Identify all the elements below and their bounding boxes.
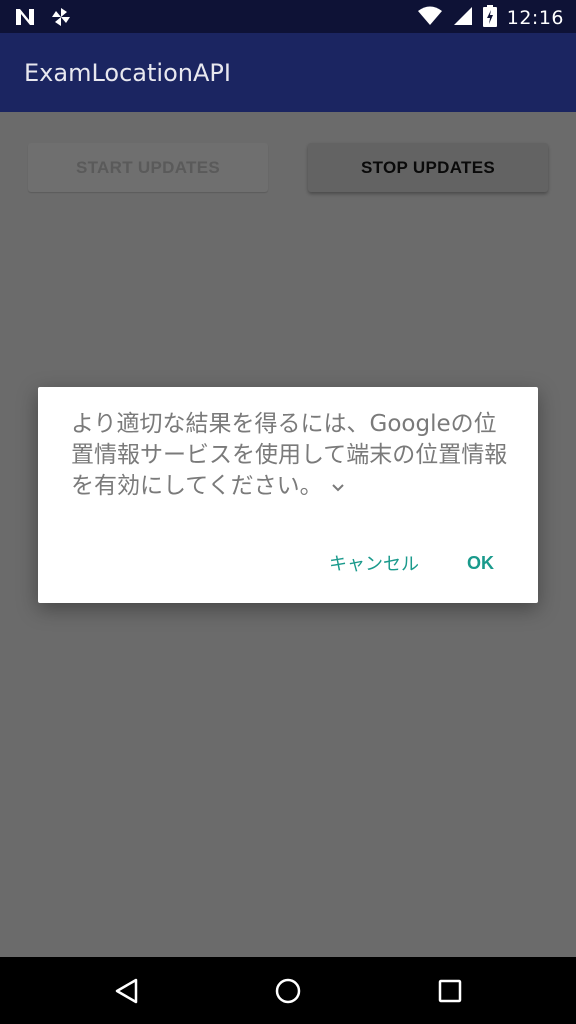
pinwheel-icon — [50, 6, 72, 32]
dialog-actions: キャンセル OK — [329, 550, 494, 576]
signal-icon — [453, 6, 473, 30]
wifi-icon — [417, 6, 443, 30]
recent-apps-icon[interactable] — [435, 976, 465, 1006]
navigation-bar — [0, 957, 576, 1024]
home-icon[interactable] — [273, 976, 303, 1006]
start-updates-button[interactable]: START UPDATES — [28, 143, 268, 192]
back-icon[interactable] — [112, 976, 142, 1006]
n-notification-icon — [14, 7, 36, 31]
location-settings-dialog: より適切な結果を得るには、Googleの位置情報サービスを使用して端末の位置情報… — [38, 387, 538, 603]
status-left — [14, 6, 72, 32]
stop-updates-button[interactable]: STOP UPDATES — [308, 143, 548, 192]
app-title: ExamLocationAPI — [24, 59, 231, 87]
status-right: 12:16 — [417, 5, 564, 31]
battery-charging-icon — [482, 5, 497, 31]
chevron-down-icon[interactable] — [331, 471, 345, 502]
app-bar: ExamLocationAPI — [0, 33, 576, 112]
cancel-button[interactable]: キャンセル — [329, 550, 419, 576]
ok-button[interactable]: OK — [467, 553, 494, 574]
status-bar: 12:16 — [0, 0, 576, 33]
status-time: 12:16 — [506, 7, 564, 29]
dialog-message-container: より適切な結果を得るには、Googleの位置情報サービスを使用して端末の位置情報… — [71, 409, 511, 502]
dialog-message: より適切な結果を得るには、Googleの位置情報サービスを使用して端末の位置情報… — [71, 411, 508, 499]
